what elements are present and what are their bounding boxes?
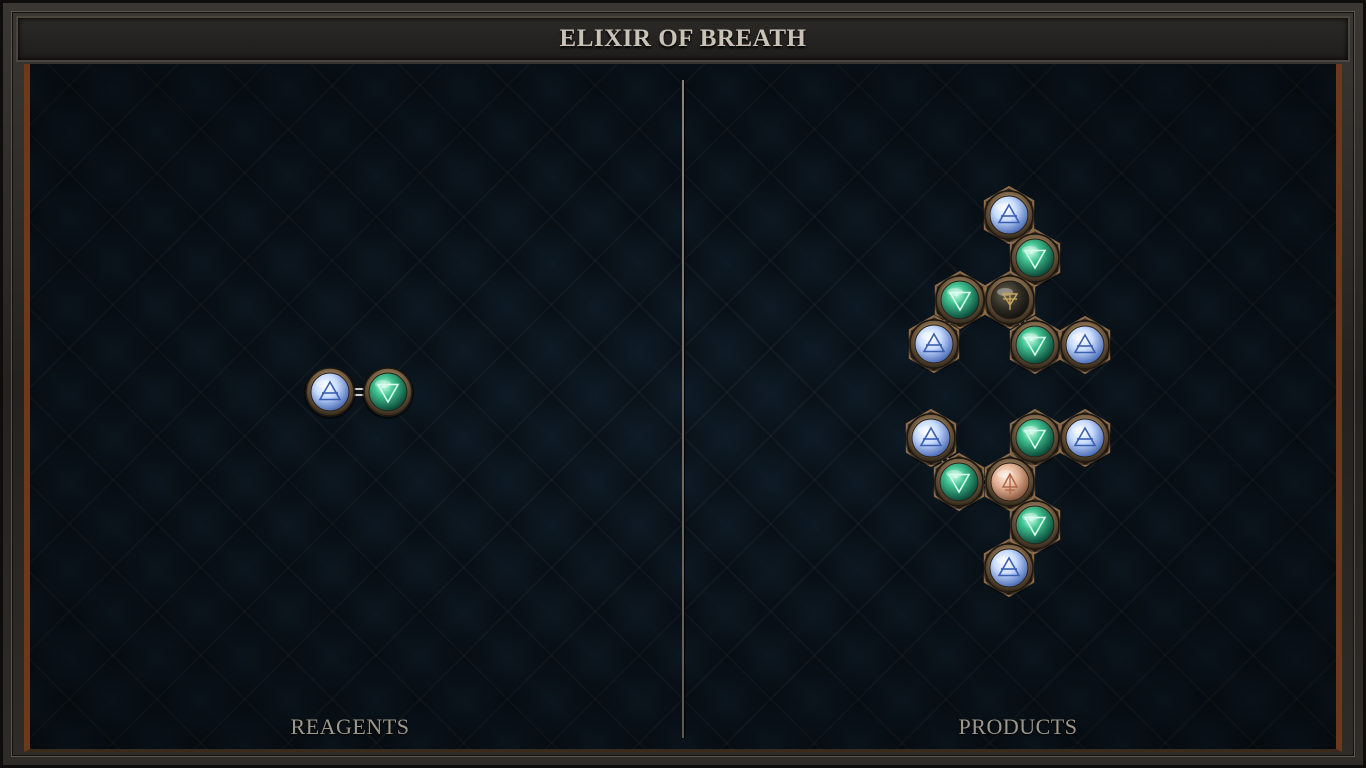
air-atom[interactable] — [1059, 408, 1111, 468]
air-atom[interactable] — [304, 367, 356, 419]
air-atom[interactable] — [1059, 315, 1111, 375]
molecule-layer — [304, 185, 1111, 598]
water-atom[interactable] — [362, 367, 414, 419]
